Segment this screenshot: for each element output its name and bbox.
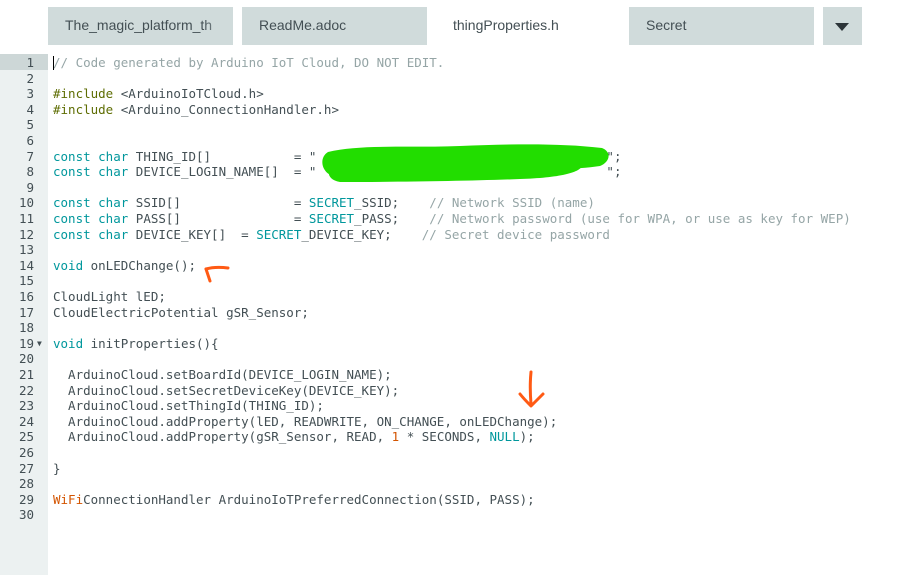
line-number: 12 (18, 226, 34, 242)
line-number: 16 (18, 289, 34, 304)
tab-bar: The_magic_platform_th ReadMe.adoc thingP… (0, 0, 901, 46)
code-line: // Code generated by Arduino IoT Cloud, … (53, 55, 445, 70)
redaction-mark (322, 144, 609, 182)
tab-menu-button[interactable] (823, 7, 862, 45)
line-number: 23 (18, 398, 34, 414)
code-line: void initProperties(){ (53, 335, 219, 351)
code-line: ArduinoCloud.setSecretDeviceKey(DEVICE_K… (53, 382, 400, 398)
line-number: 26 (18, 445, 34, 460)
chevron-down-icon (835, 23, 849, 31)
code-line: ArduinoCloud.addProperty(lED, READWRITE,… (53, 413, 558, 429)
code-line: ArduinoCloud.addProperty(gSR_Sensor, REA… (53, 429, 535, 445)
line-number: 13 (18, 242, 34, 258)
line-number: 1 (26, 55, 34, 70)
tab-main-sketch[interactable]: The_magic_platform_th (48, 7, 233, 45)
tab-fade (203, 7, 233, 45)
fold-toggle-icon[interactable]: ▼ (37, 336, 42, 352)
line-number: 29 (18, 491, 34, 507)
line-number: 11 (18, 211, 34, 226)
code-line: const char SSID[] = SECRET_SSID; // Netw… (53, 195, 595, 211)
line-number: 28 (18, 476, 34, 492)
tab-secret[interactable]: Secret (629, 7, 814, 45)
line-number: 18 (18, 320, 34, 336)
code-line: CloudLight lED; (53, 289, 166, 304)
code-line: #include <ArduinoIoTCloud.h> (53, 86, 264, 102)
tab-label: ReadMe.adoc (259, 17, 347, 33)
line-number: 25 (18, 429, 34, 445)
line-number: 24 (18, 413, 34, 429)
line-number: 5 (26, 117, 34, 133)
line-number: 4 (26, 101, 34, 117)
annotation-arrow-addproperty (518, 370, 545, 408)
line-number: 6 (26, 133, 34, 148)
line-number: 30 (18, 507, 34, 523)
line-number: 14 (18, 257, 34, 273)
code-line: CloudElectricPotential gSR_Sensor; (53, 304, 309, 320)
code-line: void onLEDChange(); (53, 257, 196, 273)
tab-label: thingProperties.h (453, 17, 559, 33)
code-line: ArduinoCloud.setBoardId(DEVICE_LOGIN_NAM… (53, 367, 392, 382)
line-number: 9 (26, 179, 34, 195)
code-line: WiFiConnectionHandler ArduinoIoTPreferre… (53, 491, 535, 507)
line-number: 20 (18, 351, 34, 367)
line-number: 21 (18, 367, 34, 382)
line-number: 7 (26, 148, 34, 164)
text-cursor (53, 56, 54, 70)
code-line: ArduinoCloud.setThingId(THING_ID); (53, 398, 324, 414)
line-number: 27 (18, 460, 34, 476)
line-number: 10 (18, 195, 34, 211)
line-number: 3 (26, 86, 34, 102)
line-number: 22 (18, 382, 34, 398)
code-line: const char PASS[] = SECRET_PASS; // Netw… (53, 211, 851, 226)
line-number: 8 (26, 164, 34, 180)
tab-label: The_magic_platform_th (65, 17, 213, 33)
tab-readme[interactable]: ReadMe.adoc (242, 7, 427, 45)
tab-thing-properties[interactable]: thingProperties.h (436, 7, 620, 45)
line-number: 2 (26, 70, 34, 86)
annotation-arrow-onledchange (204, 265, 230, 283)
code-line: #include <Arduino_ConnectionHandler.h> (53, 101, 339, 117)
code-line: } (53, 460, 61, 476)
code-line: const char DEVICE_KEY[] = SECRET_DEVICE_… (53, 226, 610, 242)
line-number: 19 (18, 335, 34, 351)
line-number: 17 (18, 304, 34, 320)
line-number: 15 (18, 273, 34, 289)
tab-label: Secret (646, 17, 687, 33)
